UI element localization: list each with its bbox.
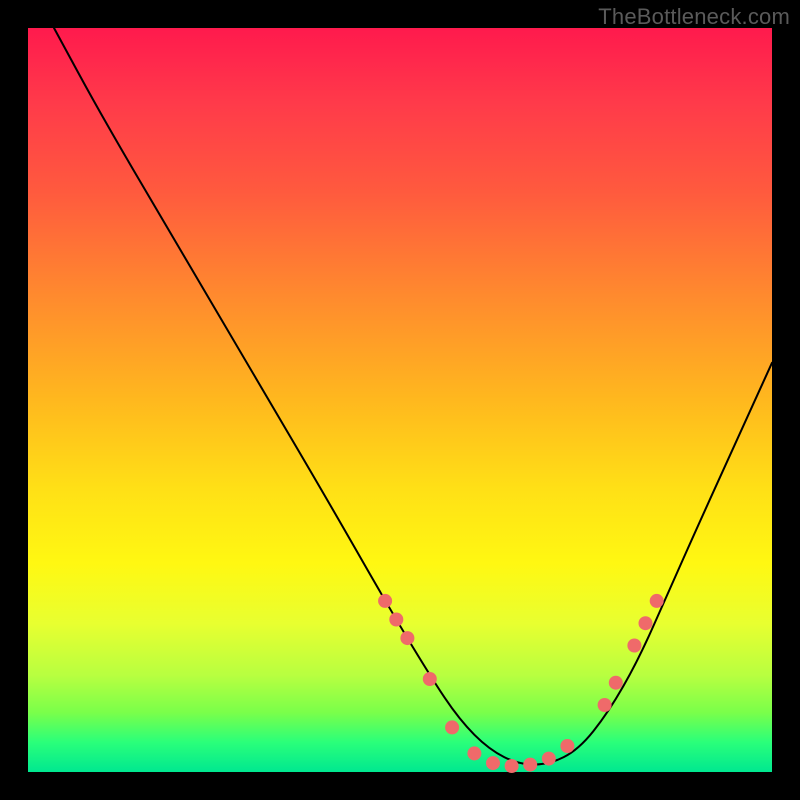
marker-dot	[505, 759, 519, 773]
marker-dot	[560, 739, 574, 753]
bottleneck-curve	[54, 28, 772, 765]
marker-dot	[542, 752, 556, 766]
marker-dot	[486, 756, 500, 770]
marker-dot	[627, 639, 641, 653]
marker-dot	[639, 616, 653, 630]
marker-dot	[445, 720, 459, 734]
marker-dot	[598, 698, 612, 712]
curve-layer	[28, 28, 772, 772]
chart-frame: TheBottleneck.com	[0, 0, 800, 800]
marker-dot	[400, 631, 414, 645]
marker-dot	[378, 594, 392, 608]
marker-dot	[650, 594, 664, 608]
curve-markers	[378, 594, 664, 773]
marker-dot	[523, 758, 537, 772]
marker-dot	[423, 672, 437, 686]
marker-dot	[389, 613, 403, 627]
watermark-text: TheBottleneck.com	[598, 4, 790, 30]
marker-dot	[609, 676, 623, 690]
marker-dot	[467, 746, 481, 760]
